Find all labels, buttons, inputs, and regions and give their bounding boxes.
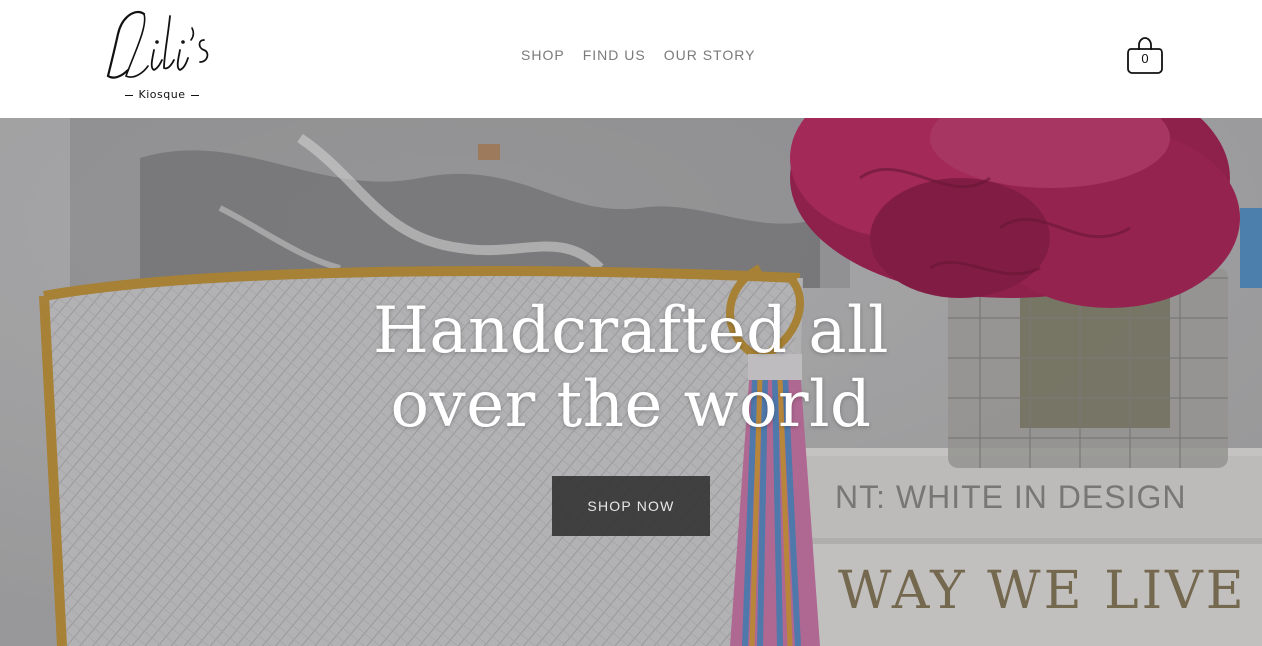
logo-sub-text: Kiosque: [138, 88, 186, 101]
logo-script-icon: [106, 10, 209, 79]
nav-item-shop[interactable]: SHOP: [512, 46, 574, 64]
nav-item-find-us[interactable]: FIND US: [574, 46, 655, 64]
hero-title-line-2: over the world: [390, 368, 872, 442]
hero-title-line-1: Handcrafted all: [373, 294, 889, 368]
hero-banner: NT: WHITE IN DESIGN WAY WE LIVE Handcraf…: [0, 118, 1262, 646]
cart-count: 0: [1141, 51, 1149, 66]
logo-subtitle: Kiosque: [104, 88, 220, 101]
hero-title: Handcrafted all over the world: [331, 294, 931, 442]
site-header: Kiosque SHOP FIND US OUR STORY 0: [0, 0, 1262, 118]
cart-button[interactable]: 0: [1126, 36, 1164, 76]
brand-logo[interactable]: Kiosque: [104, 6, 216, 104]
shop-now-button[interactable]: SHOP NOW: [552, 476, 710, 536]
nav-item-our-story[interactable]: OUR STORY: [655, 46, 765, 64]
main-nav: SHOP FIND US OUR STORY: [512, 46, 764, 64]
